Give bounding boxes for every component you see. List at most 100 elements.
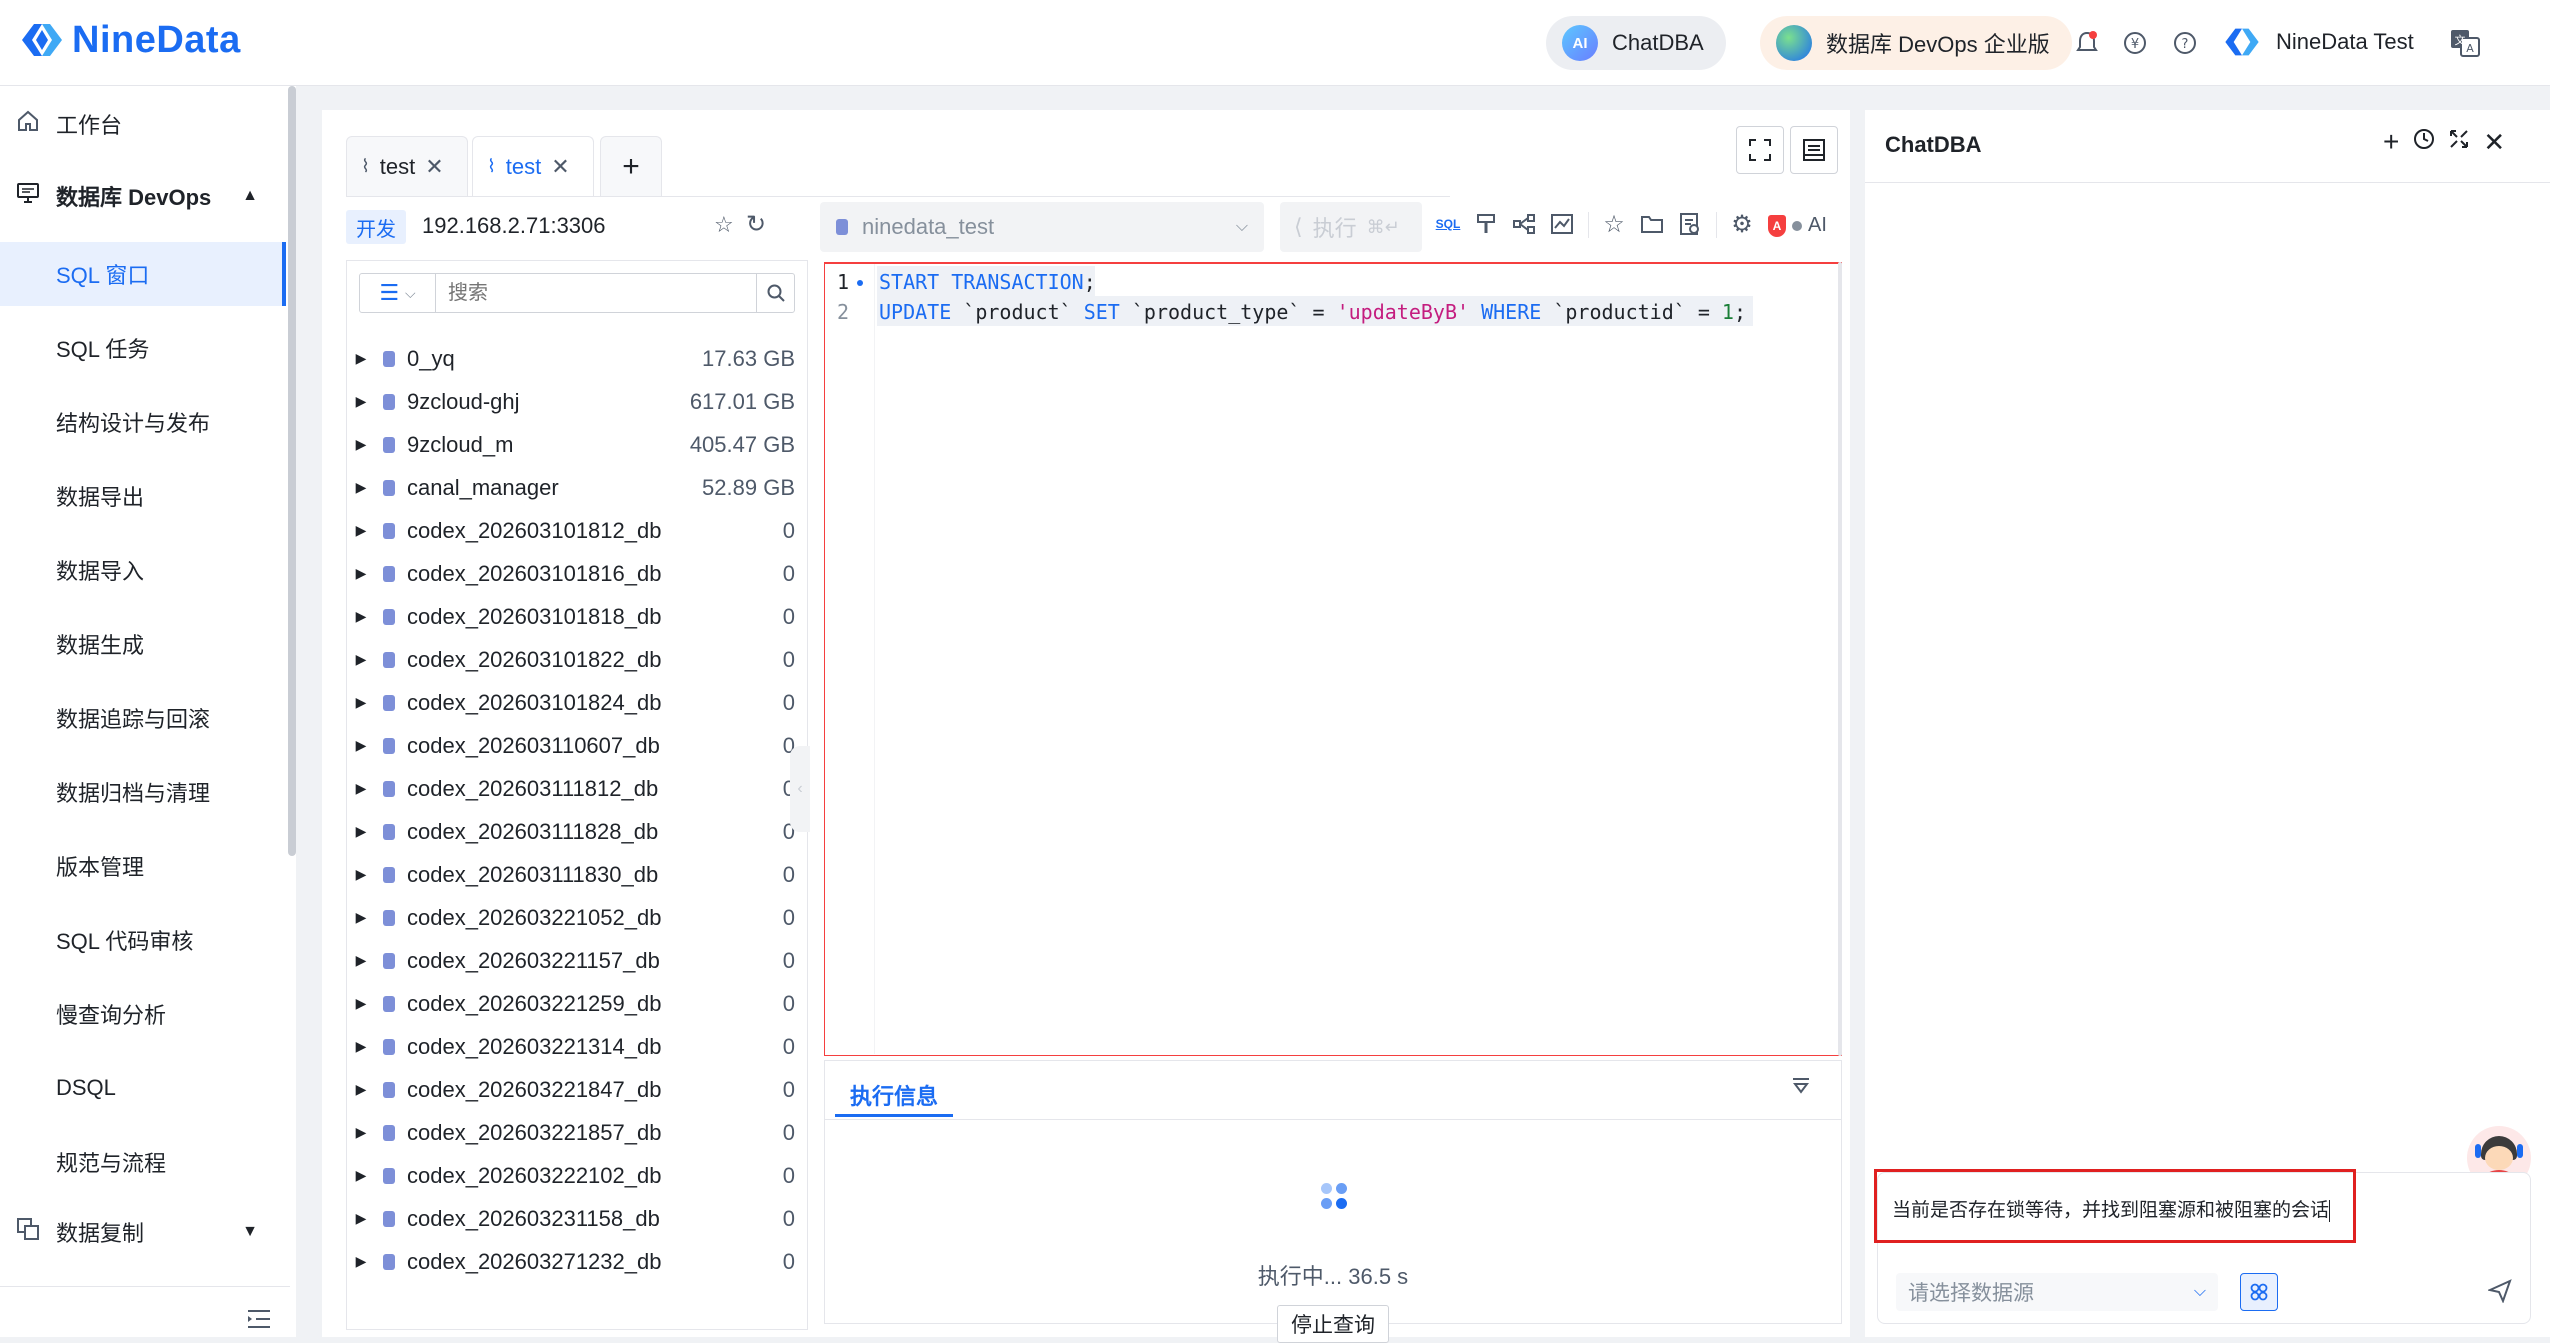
collapse-sidebar-icon[interactable]: [246, 1308, 272, 1336]
sidebar-item-sql-review[interactable]: SQL 代码审核: [0, 908, 286, 972]
editor-scrollbar[interactable]: [1838, 262, 1842, 1056]
list-item[interactable]: ▶ codex_202603101816_db 0: [347, 552, 807, 595]
yen-icon[interactable]: ¥: [2120, 28, 2150, 58]
caret-right-icon[interactable]: ▶: [347, 995, 375, 1012]
tab-execution-info[interactable]: 执行信息: [835, 1075, 953, 1117]
list-item[interactable]: ▶ codex_202603221052_db 0: [347, 896, 807, 939]
sidebar-item-data-import[interactable]: 数据导入: [0, 538, 286, 602]
caret-right-icon[interactable]: ▶: [347, 1038, 375, 1055]
search-icon[interactable]: [756, 274, 794, 312]
caret-right-icon[interactable]: ▶: [347, 952, 375, 969]
list-item[interactable]: ▶ codex_202603101812_db 0: [347, 509, 807, 552]
list-item[interactable]: ▶ 9zcloud-ghj 617.01 GB: [347, 380, 807, 423]
list-item[interactable]: ▶ codex_202603110607_db 0: [347, 724, 807, 767]
caret-right-icon[interactable]: ▶: [347, 866, 375, 883]
settings-icon[interactable]: ⚙: [1728, 210, 1756, 238]
plugin-button[interactable]: [2240, 1273, 2278, 1311]
sidebar-item-data-export[interactable]: 数据导出: [0, 464, 286, 528]
sidebar-group-devops[interactable]: 数据库 DevOps ▲: [0, 164, 286, 228]
list-item[interactable]: ▶ codex_202603101824_db 0: [347, 681, 807, 724]
sidebar-item-standards[interactable]: 规范与流程: [0, 1130, 286, 1194]
tab-test-1[interactable]: ⌇ test ✕: [346, 136, 468, 196]
caret-right-icon[interactable]: ▶: [347, 565, 375, 582]
datasource-select[interactable]: 请选择数据源 ⌵: [1896, 1273, 2218, 1311]
sidebar-scrollbar[interactable]: [288, 86, 296, 856]
caret-right-icon[interactable]: ▶: [347, 737, 375, 754]
history-icon[interactable]: [1676, 210, 1704, 238]
sidebar-item-sql-window[interactable]: SQL 窗口: [0, 242, 286, 306]
caret-right-icon[interactable]: ▶: [347, 1253, 375, 1270]
sql-editor[interactable]: 1 2 START TRANSACTION; UPDATE `product` …: [824, 262, 1842, 1056]
caret-right-icon[interactable]: ▶: [347, 1210, 375, 1227]
list-item[interactable]: ▶ codex_202603101822_db 0: [347, 638, 807, 681]
sidebar-group-replication[interactable]: 数据复制 ▼: [0, 1200, 286, 1264]
collapse-result-icon[interactable]: [1791, 1075, 1811, 1101]
close-icon[interactable]: ✕: [425, 154, 443, 180]
caret-right-icon[interactable]: ▶: [347, 608, 375, 625]
list-item[interactable]: ▶ codex_202603221847_db 0: [347, 1068, 807, 1111]
list-item[interactable]: ▶ codex_202603271232_db 0: [347, 1240, 807, 1283]
list-item[interactable]: ▶ codex_202603222102_db 0: [347, 1154, 807, 1197]
sidebar-item-dsql[interactable]: DSQL: [0, 1056, 286, 1120]
caret-right-icon[interactable]: ▶: [347, 909, 375, 926]
list-item[interactable]: ▶ codex_202603111828_db 0: [347, 810, 807, 853]
caret-right-icon[interactable]: ▶: [347, 350, 375, 367]
chat-input[interactable]: 当前是否存在锁等待，并找到阻塞源和被阻塞的会话: [1892, 1195, 2331, 1222]
ai-toggle[interactable]: A AI: [1768, 214, 1827, 237]
list-item[interactable]: ▶ 0_yq 17.63 GB: [347, 337, 807, 380]
diagram-icon[interactable]: [1510, 210, 1538, 238]
list-item[interactable]: ▶ codex_202603221259_db 0: [347, 982, 807, 1025]
bell-icon[interactable]: [2072, 28, 2102, 58]
list-item[interactable]: ▶ canal_manager 52.89 GB: [347, 466, 807, 509]
translate-icon[interactable]: 文A: [2450, 28, 2480, 58]
filter-dropdown[interactable]: ☰ ⌵: [360, 274, 436, 312]
user-menu[interactable]: NineData Test: [2222, 22, 2414, 62]
caret-right-icon[interactable]: ▶: [347, 823, 375, 840]
tab-test-2[interactable]: ⌇ test ✕: [472, 136, 594, 196]
execute-button[interactable]: ⟨ 执行 ⌘↵: [1280, 202, 1422, 252]
sql-format-icon[interactable]: SQL: [1434, 210, 1462, 238]
sidebar-item-data-archive[interactable]: 数据归档与清理: [0, 760, 286, 824]
close-icon[interactable]: ✕: [551, 154, 569, 180]
collapse-tree-handle[interactable]: ‹: [790, 746, 810, 832]
caret-right-icon[interactable]: ▶: [347, 780, 375, 797]
layout-button[interactable]: [1790, 126, 1838, 174]
caret-right-icon[interactable]: ▶: [347, 393, 375, 410]
sidebar-item-workbench[interactable]: 工作台: [0, 92, 286, 156]
sidebar-item-slow-query[interactable]: 慢查询分析: [0, 982, 286, 1046]
caret-right-icon[interactable]: ▶: [347, 522, 375, 539]
close-icon[interactable]: ✕: [2483, 127, 2505, 158]
tree-search-input[interactable]: [436, 275, 736, 311]
history-icon[interactable]: [2413, 128, 2435, 156]
list-item[interactable]: ▶ codex_202603101818_db 0: [347, 595, 807, 638]
refresh-icon[interactable]: ↻: [746, 210, 766, 239]
sidebar-item-version[interactable]: 版本管理: [0, 834, 286, 898]
plus-icon[interactable]: +: [2383, 126, 2399, 158]
chatdba-button[interactable]: AI ChatDBA: [1546, 16, 1726, 70]
database-select[interactable]: ninedata_test ⌵: [820, 202, 1264, 252]
sidebar-item-schema-design[interactable]: 结构设计与发布: [0, 390, 286, 454]
favorite-icon[interactable]: ☆: [1600, 210, 1628, 238]
list-item[interactable]: ▶ codex_202603111812_db 0: [347, 767, 807, 810]
star-icon[interactable]: ☆: [714, 212, 734, 238]
sidebar-item-data-rollback[interactable]: 数据追踪与回滚: [0, 686, 286, 750]
caret-right-icon[interactable]: ▶: [347, 694, 375, 711]
help-icon[interactable]: ?: [2170, 28, 2200, 58]
paint-brush-icon[interactable]: [1472, 210, 1500, 238]
brand-logo[interactable]: NineData: [18, 16, 241, 64]
sidebar-item-data-generate[interactable]: 数据生成: [0, 612, 286, 676]
add-tab-button[interactable]: +: [600, 136, 662, 196]
folder-icon[interactable]: [1638, 210, 1666, 238]
caret-right-icon[interactable]: ▶: [347, 1124, 375, 1141]
sidebar-item-sql-task[interactable]: SQL 任务: [0, 316, 286, 380]
edition-button[interactable]: 数据库 DevOps 企业版: [1760, 16, 2072, 70]
list-item[interactable]: ▶ codex_202603221157_db 0: [347, 939, 807, 982]
list-item[interactable]: ▶ 9zcloud_m 405.47 GB: [347, 423, 807, 466]
caret-right-icon[interactable]: ▶: [347, 1081, 375, 1098]
list-item[interactable]: ▶ codex_202603231158_db 0: [347, 1197, 807, 1240]
list-item[interactable]: ▶ codex_202603221857_db 0: [347, 1111, 807, 1154]
send-button[interactable]: [2486, 1279, 2512, 1309]
caret-right-icon[interactable]: ▶: [347, 651, 375, 668]
fullscreen-button[interactable]: [1736, 126, 1784, 174]
expand-icon[interactable]: [2449, 129, 2469, 155]
